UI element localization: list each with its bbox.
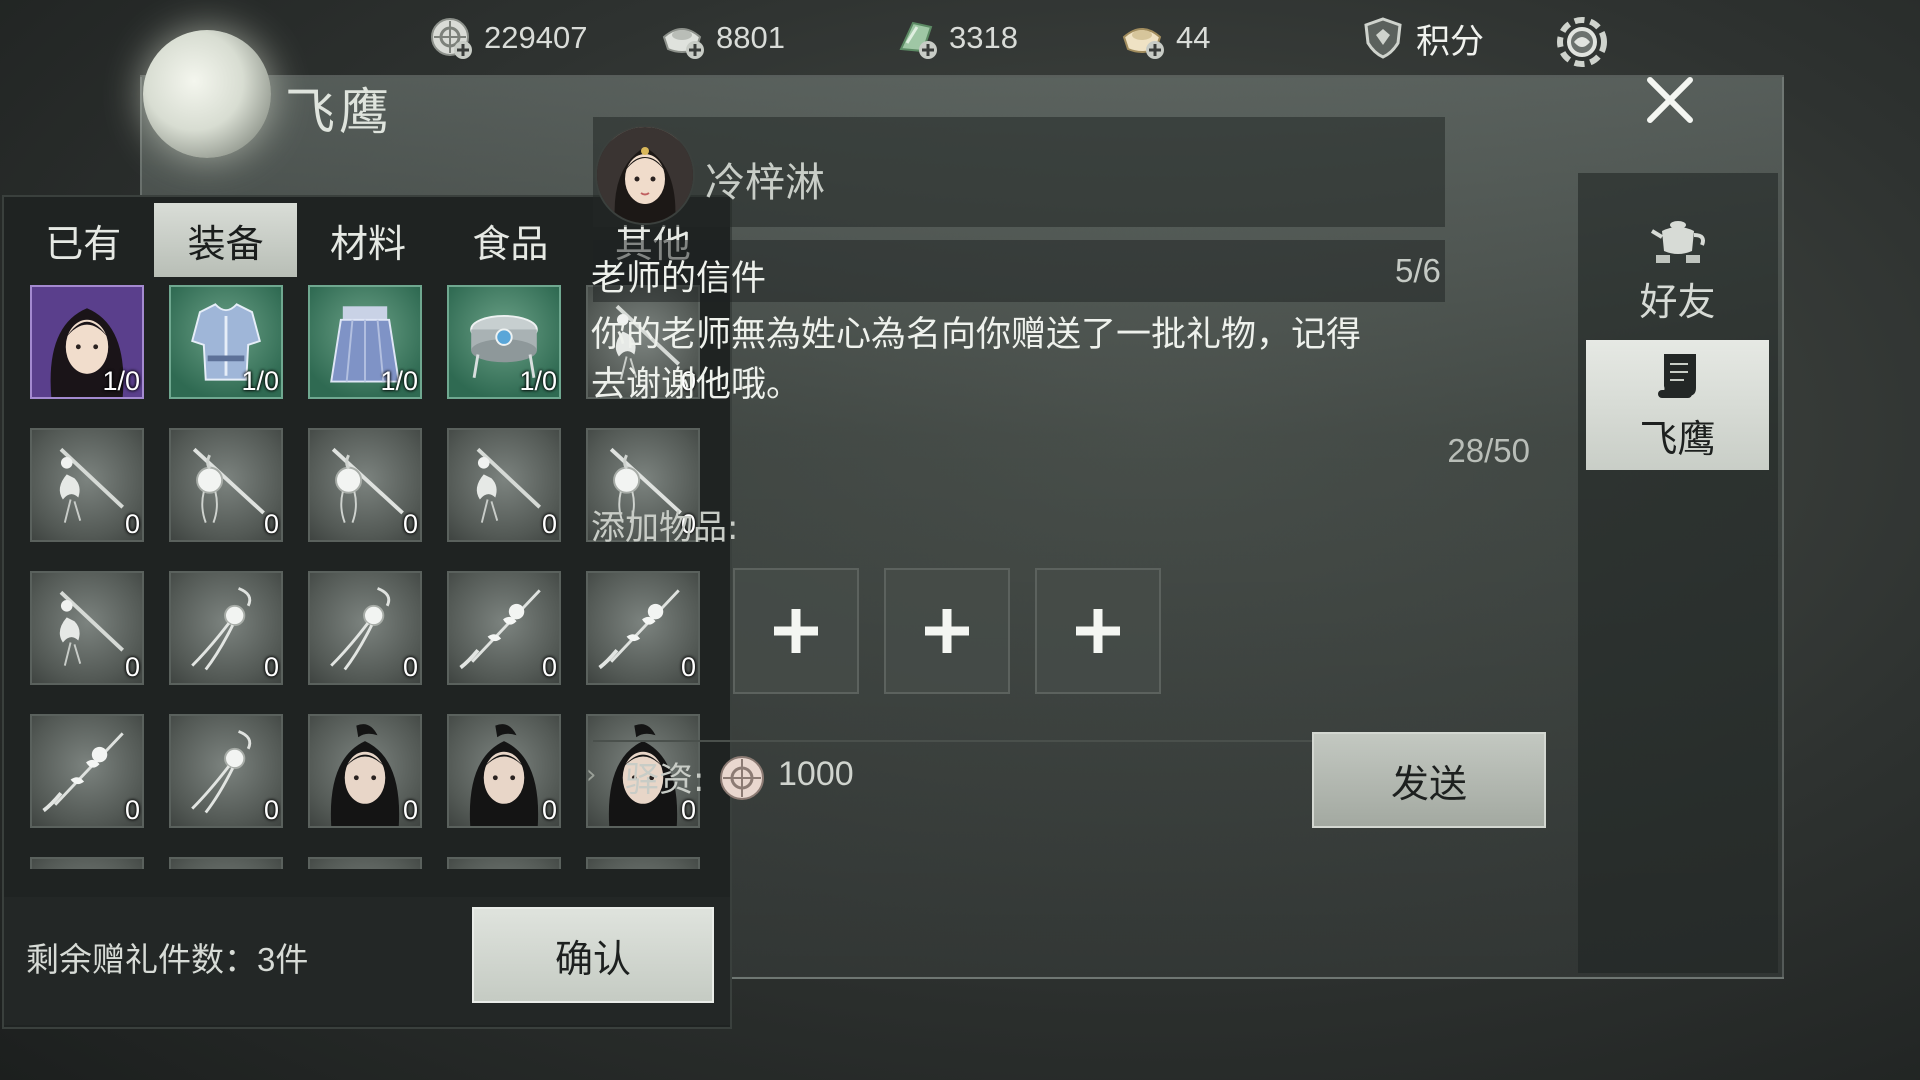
letter-title: 老师的信件	[591, 259, 767, 299]
send-button[interactable]: 发送	[1312, 732, 1546, 828]
remaining-gifts: 剩余赠礼件数：3件	[26, 933, 308, 981]
shield-points-icon	[1364, 17, 1402, 59]
item-count: 1/0	[241, 366, 279, 396]
gold-ingot-plus-icon	[1122, 28, 1164, 59]
remaining-gifts-count: 3件	[257, 941, 309, 978]
attachment-slot-3[interactable]	[1035, 568, 1161, 694]
recipient-name: 冷梓淋	[705, 160, 825, 206]
silver-ingot-plus-icon	[662, 28, 704, 59]
item-slot[interactable]: 1/0	[308, 285, 422, 399]
item-count: 0	[263, 795, 279, 825]
tab-equipment[interactable]: 装备	[154, 203, 297, 277]
points-button[interactable]: 积分	[1360, 8, 1484, 68]
item-slot[interactable]: 0	[447, 714, 561, 828]
coin-plus-icon	[431, 18, 472, 59]
attachment-slot-1[interactable]	[733, 568, 859, 694]
window-title: 飞鹰	[285, 83, 393, 141]
item-slot[interactable]: 1/0	[447, 285, 561, 399]
item-count: 1/0	[380, 366, 418, 396]
item-slot[interactable]: 0	[447, 571, 561, 685]
char-count: 28/50	[1447, 432, 1530, 469]
item-slot[interactable]: 0	[169, 571, 283, 685]
currency-gold-value: 44	[1176, 20, 1211, 55]
item-count: 0	[402, 509, 418, 539]
item-count: 0	[263, 509, 279, 539]
item-count: 0	[402, 795, 418, 825]
side-tab-eagle[interactable]: 飞鹰	[1586, 340, 1769, 470]
currency-coins[interactable]: 229407	[428, 8, 587, 68]
item-slot[interactable]: 0	[308, 714, 422, 828]
currency-jade-value: 3318	[949, 20, 1018, 55]
postage-value: 1000	[778, 755, 854, 793]
item-slot[interactable]	[586, 857, 700, 869]
item-count: 0	[541, 652, 557, 682]
confirm-button[interactable]: 确认	[472, 907, 714, 1003]
plus-icon	[925, 609, 969, 653]
item-slot[interactable]	[169, 857, 283, 869]
plus-icon	[1076, 609, 1120, 653]
item-count: 0	[124, 795, 140, 825]
currency-silver-value: 8801	[716, 20, 785, 55]
close-button[interactable]	[1615, 55, 1725, 145]
side-tab-friends-label: 好友	[1639, 279, 1716, 324]
blank-icon	[171, 859, 281, 869]
plus-icon	[774, 609, 818, 653]
attachment-slot-2[interactable]	[884, 568, 1010, 694]
recipient-avatar[interactable]	[595, 125, 695, 225]
item-count: 0	[680, 652, 696, 682]
postage-label: 驿资:	[625, 760, 705, 800]
add-items-label: 添加物品:	[591, 508, 739, 548]
item-slot[interactable]: 0	[30, 428, 144, 542]
item-slot[interactable]: 0	[586, 571, 700, 685]
remaining-gifts-label: 剩余赠礼件数：	[26, 940, 257, 979]
letter-body[interactable]: 你的老师無為姓心為名向你赠送了一批礼物，记得 去谢谢他哦。	[591, 310, 1541, 410]
currency-gold[interactable]: 44	[1120, 8, 1210, 68]
postage-arrow: ›	[586, 760, 597, 790]
item-slot[interactable]	[308, 857, 422, 869]
item-slot[interactable]: 0	[308, 571, 422, 685]
teapot-icon	[1650, 220, 1705, 263]
item-slot[interactable]: 0	[169, 428, 283, 542]
gear-icon[interactable]	[1552, 12, 1612, 72]
scroll-icon	[1657, 353, 1696, 398]
avatar-portrait-icon	[597, 127, 693, 223]
item-slot[interactable]: 0	[30, 714, 144, 828]
item-slot[interactable]: 0	[308, 428, 422, 542]
item-slot[interactable]: 0	[169, 714, 283, 828]
currency-coins-value: 229407	[484, 20, 588, 55]
item-count: 1/0	[519, 366, 557, 396]
item-count: 0	[541, 795, 557, 825]
tab-materials[interactable]: 材料	[297, 203, 439, 277]
item-count: 0	[124, 652, 140, 682]
blank-icon	[32, 859, 142, 869]
item-count: 1/0	[102, 366, 140, 396]
moon-emblem	[143, 30, 271, 158]
item-slot[interactable]: 0	[30, 571, 144, 685]
currency-jade[interactable]: 3318	[893, 8, 1018, 68]
points-label: 积分	[1416, 22, 1484, 61]
jade-plus-icon	[899, 21, 937, 59]
item-slot[interactable]: 1/0	[169, 285, 283, 399]
item-slot[interactable]	[447, 857, 561, 869]
item-slot[interactable]	[30, 857, 144, 869]
item-count: 0	[402, 652, 418, 682]
side-tab-friends[interactable]: 好友	[1586, 205, 1769, 335]
blank-icon	[449, 859, 559, 869]
blank-icon	[588, 859, 698, 869]
currency-silver[interactable]: 8801	[660, 8, 785, 68]
tab-owned[interactable]: 已有	[12, 203, 154, 277]
close-icon	[1647, 77, 1693, 123]
item-count: 0	[263, 652, 279, 682]
item-count: 0	[541, 509, 557, 539]
item-slot[interactable]: 1/0	[30, 285, 144, 399]
blank-icon	[310, 859, 420, 869]
letter-page[interactable]: 5/6	[1395, 252, 1441, 290]
item-slot[interactable]: 0	[447, 428, 561, 542]
tab-food[interactable]: 食品	[439, 203, 581, 277]
side-tab-eagle-label: 飞鹰	[1639, 416, 1716, 461]
item-count: 0	[124, 509, 140, 539]
coin-icon	[720, 756, 764, 800]
